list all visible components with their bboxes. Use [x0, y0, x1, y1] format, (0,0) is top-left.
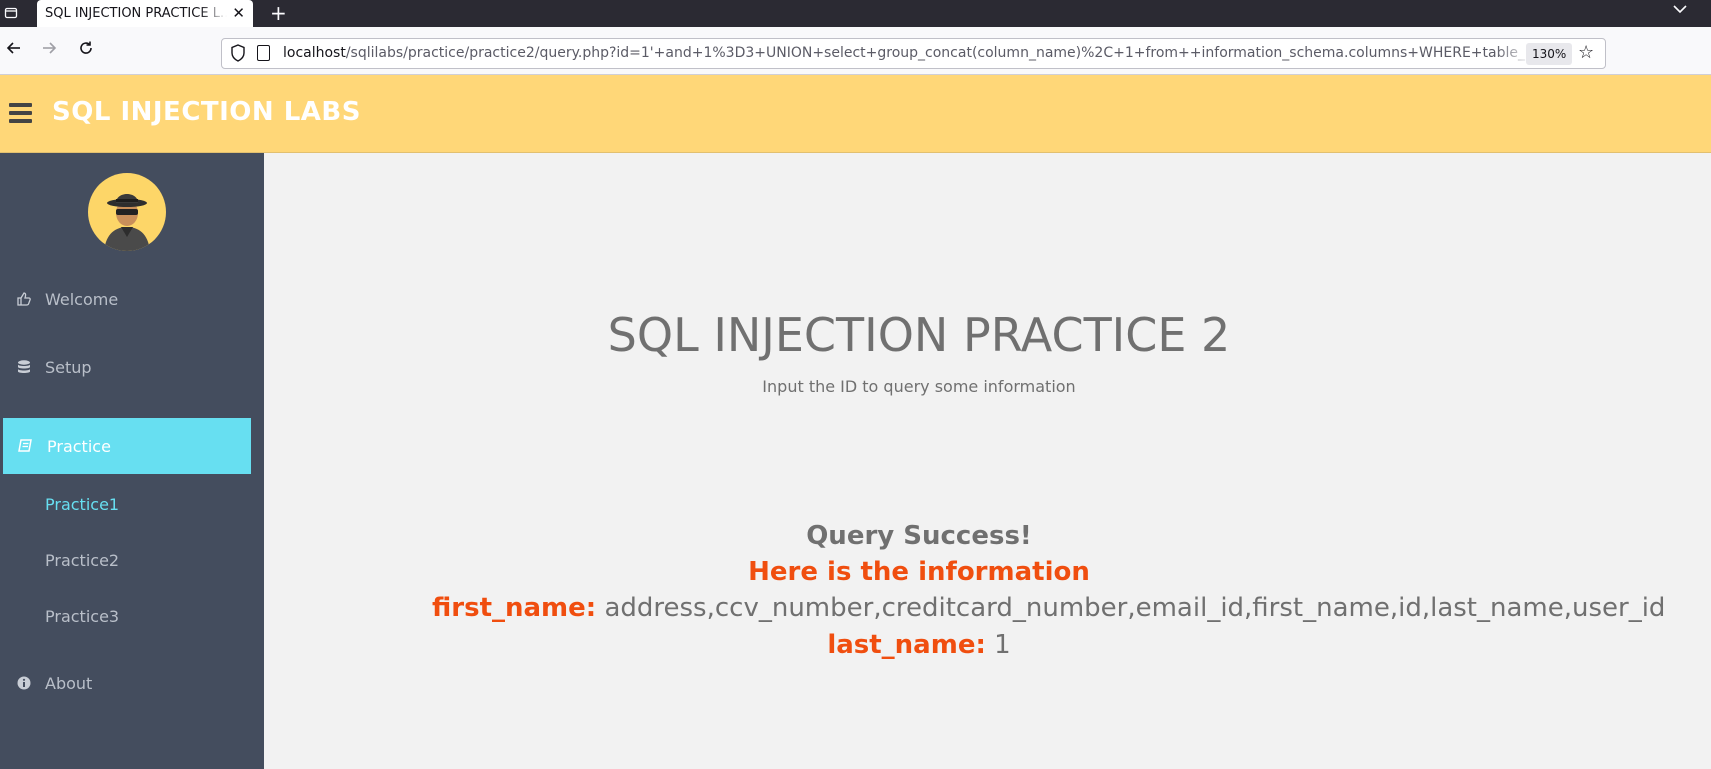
result-key: first_name:: [432, 593, 597, 623]
new-tab-icon[interactable]: +: [270, 1, 287, 25]
browser-nav-bar: localhost/sqlilabs/practice/practice2/qu…: [0, 27, 1711, 75]
query-status: Query Success!: [806, 521, 1032, 551]
sidebar-item-label: Practice: [47, 436, 111, 456]
url-bar[interactable]: localhost/sqlilabs/practice/practice2/qu…: [221, 38, 1606, 69]
book-icon: [16, 437, 34, 455]
database-icon: [15, 358, 33, 376]
info-icon: [15, 674, 33, 692]
back-arrow-icon[interactable]: [3, 40, 25, 62]
result-row-first-name: first_name: address,ccv_number,creditcar…: [432, 593, 1665, 623]
sidebar-item-setup[interactable]: Setup: [0, 339, 264, 395]
result-key: last_name:: [827, 630, 986, 660]
chevron-down-icon[interactable]: [1673, 2, 1687, 18]
result-value: address,ccv_number,creditcard_number,ema…: [604, 593, 1666, 623]
reload-icon[interactable]: [75, 40, 97, 62]
hacker-avatar-icon: [88, 173, 166, 251]
sidebar-item-label: About: [45, 673, 93, 693]
main-content: SQL INJECTION PRACTICE 2 Input the ID to…: [264, 153, 1711, 769]
sidebar-subitem-practice1[interactable]: Practice1: [45, 495, 119, 514]
sidebar-item-label: Setup: [45, 357, 92, 377]
tab-title: SQL INJECTION PRACTICE L…: [45, 6, 227, 21]
thumbs-up-icon: [15, 290, 33, 308]
sidebar-item-label: Welcome: [45, 289, 119, 309]
bookmark-star-icon[interactable]: ☆: [1578, 42, 1594, 63]
result-row-last-name: last_name: 1: [264, 630, 1574, 660]
page-subtitle: Input the ID to query some information: [762, 377, 1076, 396]
sidebar-item-practice[interactable]: Practice: [3, 418, 251, 474]
zoom-level[interactable]: 130%: [1526, 43, 1573, 65]
page-title: SQL INJECTION PRACTICE 2: [607, 308, 1231, 362]
tab-list-icon[interactable]: [2, 4, 20, 22]
hamburger-menu-icon[interactable]: [9, 103, 32, 123]
browser-tab-strip: SQL INJECTION PRACTICE L… ✕ +: [0, 0, 1711, 27]
page-icon: [257, 45, 270, 61]
close-tab-icon[interactable]: ✕: [232, 4, 245, 22]
sidebar-subitem-practice3[interactable]: Practice3: [45, 607, 119, 626]
sidebar-item-about[interactable]: About: [0, 655, 264, 711]
browser-tab-active[interactable]: SQL INJECTION PRACTICE L… ✕: [37, 0, 253, 27]
sidebar-subitem-practice2[interactable]: Practice2: [45, 551, 119, 570]
forward-arrow-icon[interactable]: [38, 40, 60, 62]
result-value: 1: [994, 630, 1011, 660]
url-text[interactable]: localhost/sqlilabs/practice/practice2/qu…: [283, 45, 1533, 61]
shield-icon[interactable]: [230, 44, 248, 62]
sidebar: Welcome Setup Practice Practice1 Practic…: [0, 153, 264, 769]
sidebar-item-welcome[interactable]: Welcome: [0, 271, 264, 327]
brand-title: SQL INJECTION LABS: [52, 97, 361, 127]
info-heading: Here is the information: [748, 557, 1090, 587]
app-header: SQL INJECTION LABS: [0, 75, 1711, 153]
